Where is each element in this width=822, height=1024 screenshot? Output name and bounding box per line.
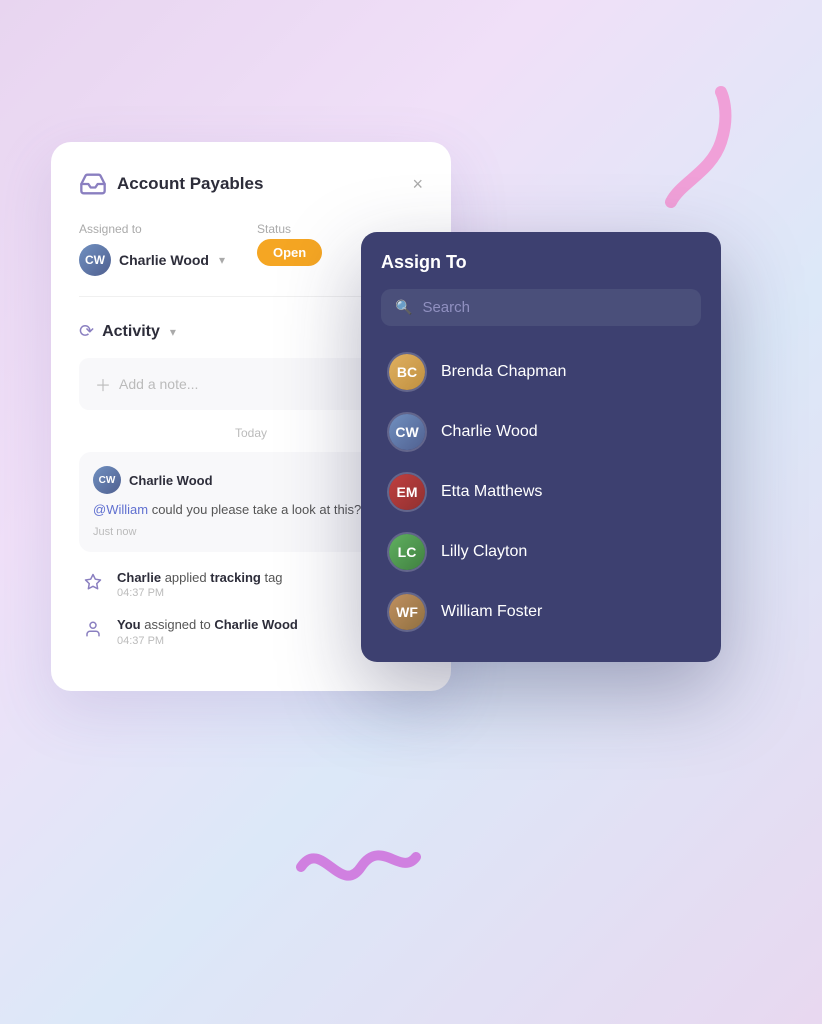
assigned-user[interactable]: CW Charlie Wood ▾ [79, 244, 225, 276]
person-icon [79, 615, 107, 643]
lilly-avatar: LC [387, 532, 427, 572]
card-header: Account Payables × [79, 170, 423, 198]
list-item-lilly[interactable]: LC Lilly Clayton [381, 522, 701, 582]
charlie-list-name: Charlie Wood [441, 423, 538, 441]
activity-chevron-icon: ▾ [170, 325, 176, 339]
assign-dropdown: Assign To 🔍 BC Brenda Chapman CW Charlie… [361, 232, 721, 662]
main-container: Account Payables × Assigned to CW Charli… [51, 82, 771, 942]
mention: @William [93, 502, 148, 517]
add-note-label: Add a note... [119, 376, 198, 392]
etta-name: Etta Matthews [441, 483, 542, 501]
activity-bold-1: Charlie Wood [214, 617, 298, 632]
comment-body: could you please take a look at this?" [148, 502, 366, 517]
inbox-icon [79, 170, 107, 198]
deco-wave [291, 827, 421, 912]
search-box: 🔍 [381, 289, 701, 326]
etta-avatar: EM [387, 472, 427, 512]
activity-text-0: Charlie applied tracking tag 04:37 PM [117, 568, 283, 600]
activity-bold-0: tracking [210, 570, 261, 585]
charlie-avatar: CW [79, 244, 111, 276]
charlie-list-avatar: CW [387, 412, 427, 452]
chevron-down-icon: ▾ [219, 253, 225, 267]
activity-text-1: You assigned to Charlie Wood 04:37 PM [117, 615, 298, 647]
deco-hook [651, 82, 741, 217]
william-name: William Foster [441, 603, 542, 621]
assigned-user-name: Charlie Wood [119, 252, 209, 268]
brenda-name: Brenda Chapman [441, 363, 566, 381]
comment-user: Charlie Wood [129, 473, 213, 488]
list-item-charlie[interactable]: CW Charlie Wood [381, 402, 701, 462]
tag-icon [79, 568, 107, 596]
card-title: Account Payables [117, 174, 263, 194]
brenda-avatar: BC [387, 352, 427, 392]
assigned-to-block: Assigned to CW Charlie Wood ▾ [79, 222, 225, 276]
activity-icon: ⟳ [79, 321, 94, 342]
lilly-name: Lilly Clayton [441, 543, 527, 561]
activity-title: Activity [102, 323, 160, 341]
card-title-group: Account Payables [79, 170, 263, 198]
list-item-william[interactable]: WF William Foster [381, 582, 701, 642]
comment-avatar: CW [93, 466, 121, 494]
status-block: Status Open [257, 222, 322, 276]
status-badge: Open [257, 239, 322, 266]
william-avatar: WF [387, 592, 427, 632]
search-input[interactable] [422, 299, 687, 316]
list-item-brenda[interactable]: BC Brenda Chapman [381, 342, 701, 402]
search-icon: 🔍 [395, 299, 412, 316]
assigned-to-label: Assigned to [79, 222, 225, 236]
status-label: Status [257, 222, 322, 236]
close-button[interactable]: × [412, 175, 423, 193]
activity-time-1: 04:37 PM [117, 635, 298, 647]
list-item-etta[interactable]: EM Etta Matthews [381, 462, 701, 522]
activity-user-1: You [117, 617, 141, 632]
dropdown-title: Assign To [381, 252, 701, 273]
plus-icon: ＋ [95, 372, 111, 396]
activity-time-0: 04:37 PM [117, 587, 283, 599]
activity-user-0: Charlie [117, 570, 161, 585]
